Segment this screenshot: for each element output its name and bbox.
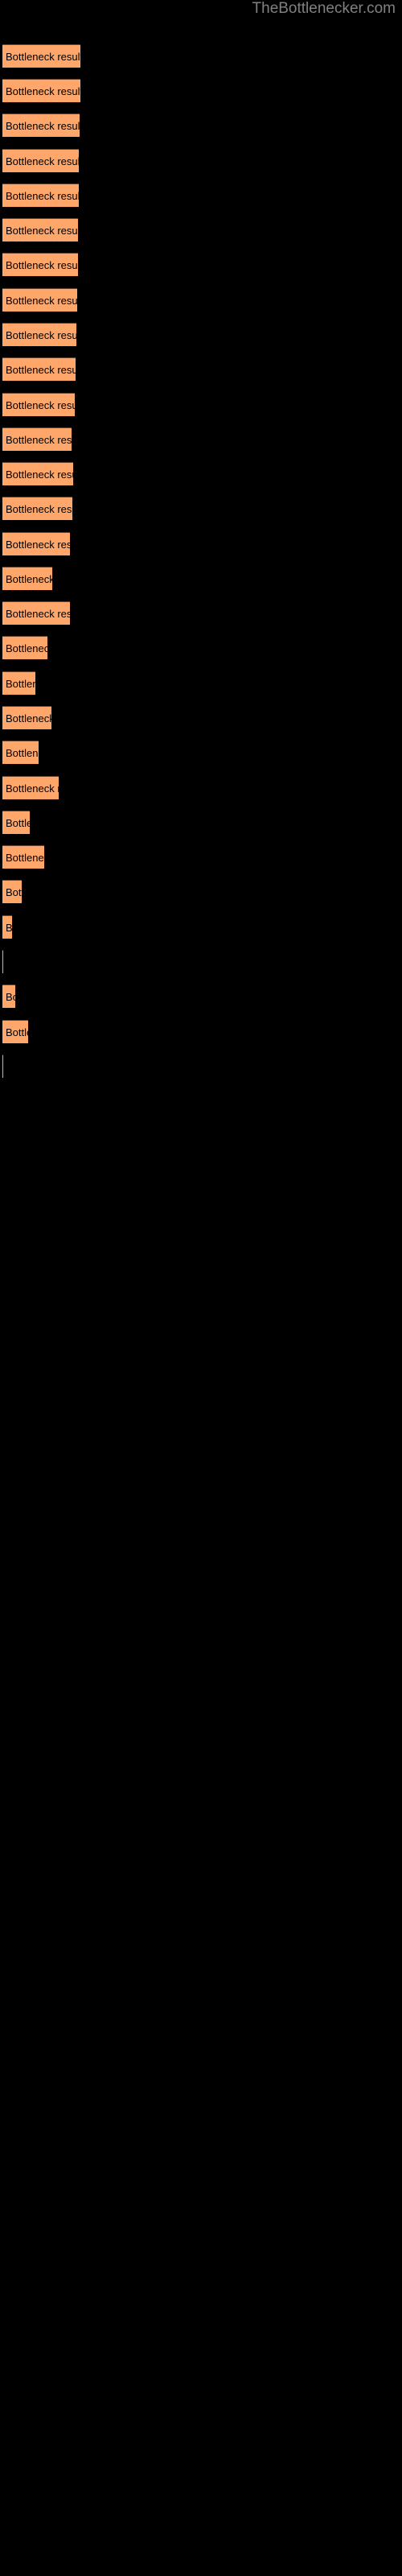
bottleneck-bar-chart: Bottleneck result Bottleneck result Bottle… [0,0,402,2576]
bar-label: Bottleneck result [6,503,72,515]
bar-label: Bottleneck result [6,259,78,271]
bar-label: Bottleneck result [6,434,72,446]
bar-rect[interactable]: Bottleneck result [2,741,39,764]
bar-rect[interactable]: Bottleneck result [2,114,80,137]
bar-rect[interactable]: Bottleneck result [2,532,70,555]
bar-rect[interactable]: Bottleneck result [2,1055,3,1078]
bar-rect[interactable]: Bottleneck result [2,636,47,659]
bar-rect[interactable]: Bottleneck result [2,288,77,312]
bar-label: Bottleneck result [6,51,80,63]
bar-label: Bottleneck result [6,782,59,795]
bar-label: Bottleneck result [6,573,52,585]
bar-rect[interactable]: Bottleneck result [2,880,22,903]
bar-rect[interactable]: Bottleneck result [2,79,80,102]
bar-rect[interactable]: Bottleneck result [2,184,79,207]
bar-label: Bottleneck result [6,539,70,551]
bar-rect[interactable]: Bottleneck result [2,601,70,625]
bar-rect[interactable]: Bottleneck result [2,567,52,590]
bar-label: Bottleneck result [6,712,51,724]
bar-rect[interactable]: Bottleneck result [2,497,72,520]
bar-label: Bottleneck result [6,190,79,202]
bar-label: Bottleneck result [6,817,30,829]
bar-rect[interactable]: Bottleneck result [2,393,75,416]
bar-rect[interactable]: Bottleneck result [2,1020,28,1043]
bar-rect[interactable]: Bottleneck result [2,44,80,68]
bar-rect[interactable]: Bottleneck result [2,357,76,381]
bar-label: Bottleneck result [6,747,39,759]
bar-label: Bottleneck result [6,608,70,620]
bar-label: Bottleneck result [6,399,75,411]
bar-label: Bottleneck result [6,329,76,341]
bar-rect[interactable]: Bottleneck result [2,845,44,869]
bar-rect[interactable]: Bottleneck result [2,776,59,799]
bar-label: Bottleneck result [6,991,15,1003]
bar-rect[interactable]: Bottleneck result [2,253,78,276]
bar-label: Bottleneck result [6,852,44,864]
bar-label: Bottleneck result [6,120,80,132]
bar-rect[interactable]: Bottleneck result [2,427,72,451]
bar-label: Bottleneck result [6,642,47,654]
bar-label: Bottleneck result [6,678,35,690]
bar-rect[interactable]: Bottleneck result [2,323,76,346]
bar-rect[interactable]: Bottleneck result [2,149,79,172]
bar-rect[interactable]: Bottleneck result [2,671,35,695]
bar-label: Bottleneck result [6,155,79,167]
bar-rect[interactable]: Bottleneck result [2,811,30,834]
bar-label: Bottleneck result [6,364,76,376]
bar-rect[interactable]: Bottleneck result [2,462,73,485]
bar-rect[interactable]: Bottleneck result [2,218,78,242]
bar-label: Bottleneck result [6,1026,28,1038]
bar-label: Bottleneck result [6,295,77,307]
bar-rect[interactable]: Bottleneck result [2,950,3,973]
bar-label: Bottleneck result [6,85,80,97]
bar-label: Bottleneck result [6,225,78,237]
bar-label: Bottleneck result [6,886,22,898]
bar-rect[interactable]: Bottleneck result [2,706,51,729]
bar-rect[interactable]: Bottleneck result [2,985,15,1008]
bar-label: Bottleneck result [6,469,73,481]
bar-rect[interactable]: Bottleneck result [2,915,12,939]
bar-label: Bottleneck result [6,922,12,934]
